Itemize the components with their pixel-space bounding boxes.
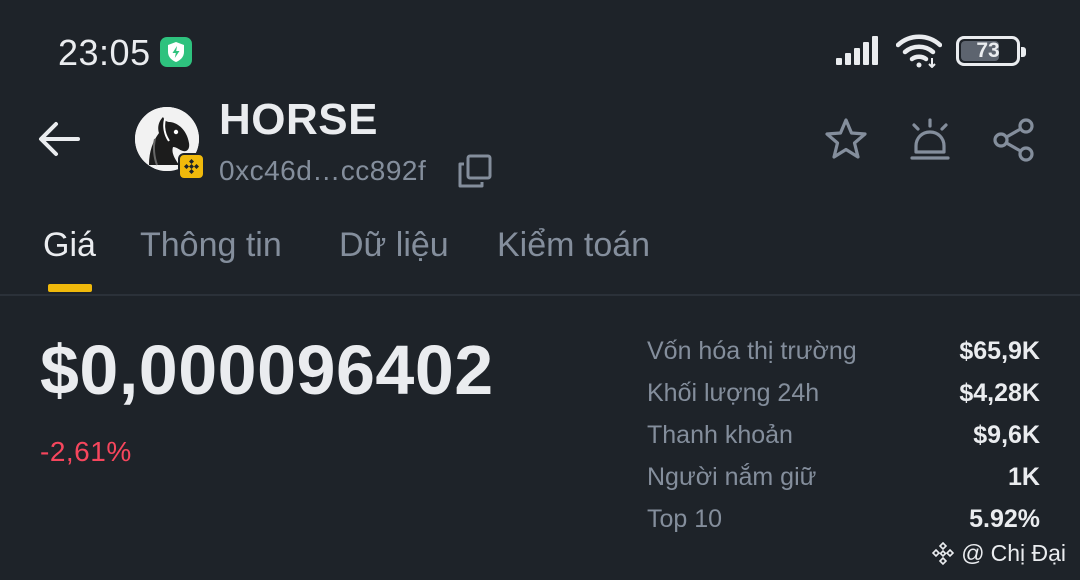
- battery-level: 73: [976, 39, 1000, 62]
- stat-value: 5.92%: [969, 504, 1040, 533]
- current-price: $0,000096402: [40, 331, 494, 409]
- stat-value: $65,9K: [959, 336, 1040, 365]
- copy-icon[interactable]: [457, 153, 493, 189]
- stat-holders: Người nắm giữ 1K: [647, 456, 1040, 498]
- token-stats: Vốn hóa thị trường $65,9K Khối lượng 24h…: [647, 330, 1040, 540]
- stat-liquidity: Thanh khoản $9,6K: [647, 414, 1040, 456]
- signal-icon: [836, 36, 878, 65]
- binance-square-icon: [932, 541, 955, 565]
- wifi-icon: [896, 34, 942, 68]
- token-name: HORSE: [219, 95, 378, 144]
- star-icon[interactable]: [822, 116, 870, 164]
- tab-bar: Giá Thông tin Dữ liệu Kiểm toán: [0, 220, 1080, 296]
- stat-value: 1K: [1008, 462, 1040, 491]
- at-icon: @: [961, 540, 985, 566]
- stat-top10: Top 10 5.92%: [647, 498, 1040, 540]
- stat-market-cap: Vốn hóa thị trường $65,9K: [647, 330, 1040, 372]
- stat-label: Khối lượng 24h: [647, 378, 820, 407]
- stat-label: Vốn hóa thị trường: [647, 336, 857, 365]
- shield-icon: [160, 37, 192, 67]
- stat-volume-24h: Khối lượng 24h $4,28K: [647, 372, 1040, 414]
- bnb-chain-icon: [178, 153, 205, 180]
- status-icons: 73: [836, 34, 1026, 68]
- stat-label: Người nắm giữ: [647, 462, 817, 491]
- share-icon[interactable]: [990, 116, 1038, 164]
- battery-indicator: 73: [956, 36, 1026, 66]
- stat-label: Thanh khoản: [647, 420, 793, 449]
- watermark-author: Chị Đại: [990, 540, 1066, 566]
- stat-value: $9,6K: [973, 420, 1040, 449]
- active-tab-indicator: [48, 284, 92, 292]
- tab-info[interactable]: Thông tin: [140, 226, 282, 265]
- price-change: -2,61%: [40, 436, 132, 467]
- status-time: 23:05: [58, 32, 151, 73]
- back-arrow-icon[interactable]: [36, 118, 82, 160]
- contract-address: 0xc46d…cc892f: [219, 155, 427, 186]
- status-bar: 23:05 73: [0, 0, 1080, 100]
- tab-audit[interactable]: Kiểm toán: [497, 226, 650, 265]
- stat-value: $4,28K: [959, 378, 1040, 407]
- price-alert-icon[interactable]: [906, 116, 954, 164]
- tab-price[interactable]: Giá: [43, 226, 96, 265]
- watermark: @ Chị Đại: [931, 540, 1066, 567]
- stat-label: Top 10: [647, 504, 723, 533]
- tab-data[interactable]: Dữ liệu: [339, 226, 449, 265]
